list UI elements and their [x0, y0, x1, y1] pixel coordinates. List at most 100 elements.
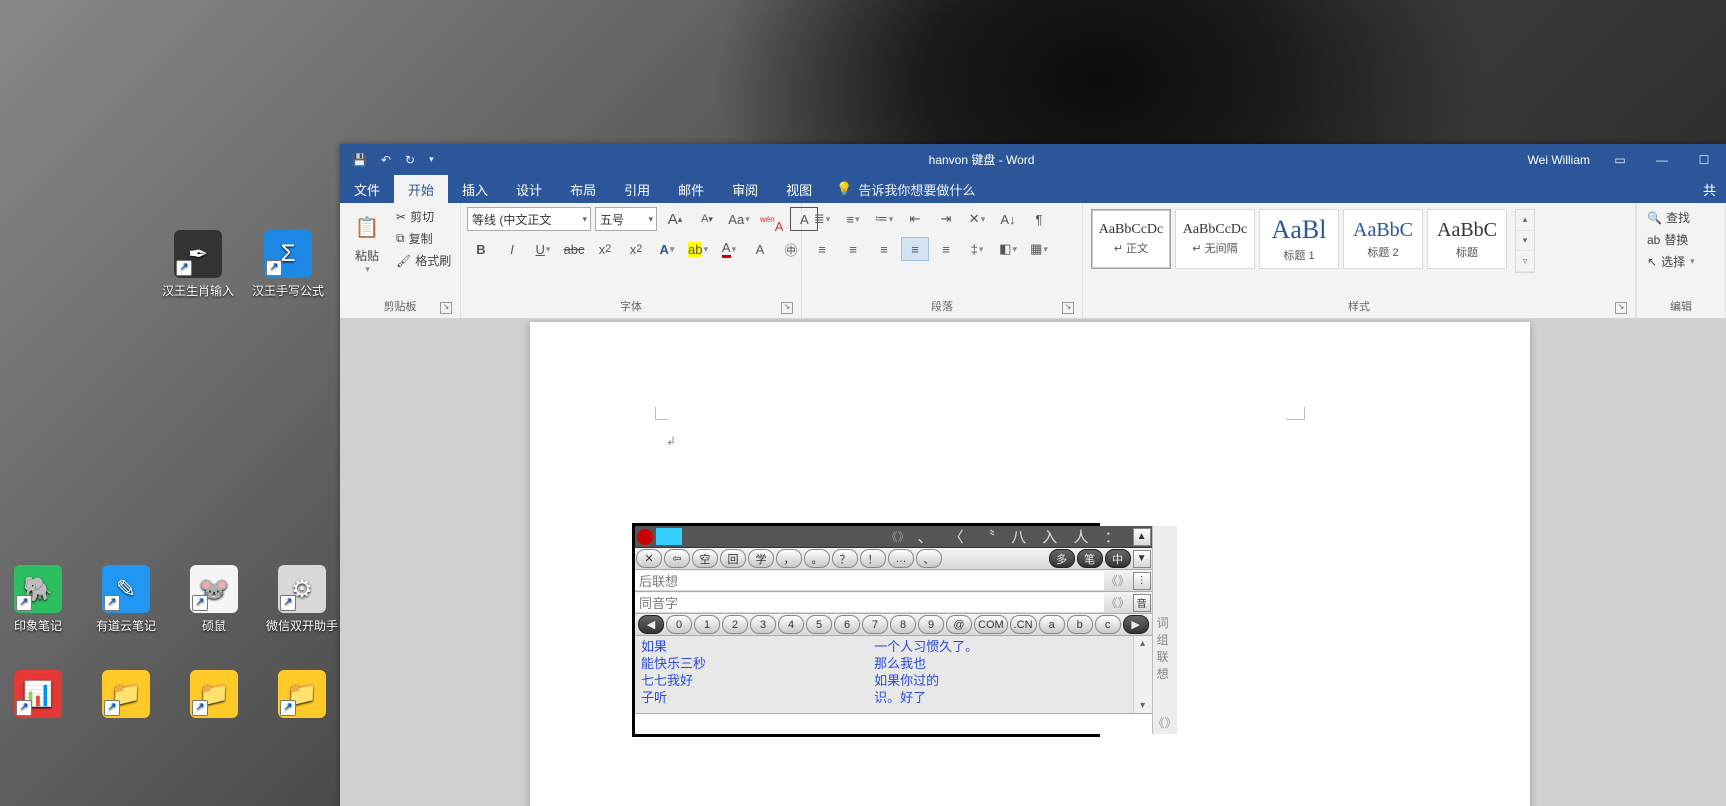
ime-digit-0[interactable]: 0: [666, 615, 692, 634]
shading-button[interactable]: ◧▾: [994, 237, 1022, 261]
desktop-icon-app-red[interactable]: 📊↗: [0, 670, 76, 722]
style-↵ 正文[interactable]: AaBbCcDc↵ 正文: [1091, 209, 1171, 269]
ime-digit-2[interactable]: 2: [722, 615, 748, 634]
ime-punct[interactable]: ？: [832, 549, 858, 568]
desktop-icon-folder2[interactable]: 📁↗: [176, 670, 252, 722]
underline-button[interactable]: U▾: [529, 237, 557, 261]
ime-punct[interactable]: 、: [916, 549, 942, 568]
ime-digit-b[interactable]: b: [1067, 615, 1093, 634]
ime-digit-8[interactable]: 8: [890, 615, 916, 634]
desktop-icon-evernote[interactable]: 🐘↗印象笔记: [0, 565, 76, 634]
ime-predict-item[interactable]: 能快乐三秒: [641, 655, 874, 672]
ime-input-strip[interactable]: [635, 713, 1152, 734]
clipboard-launcher[interactable]: ↘: [440, 302, 452, 314]
ime-digit-3[interactable]: 3: [750, 615, 776, 634]
ime-digit-1[interactable]: 1: [694, 615, 720, 634]
ime-digit-4[interactable]: 4: [778, 615, 804, 634]
change-case-button[interactable]: Aa▾: [725, 207, 753, 231]
desktop-icon-hanwang-formula[interactable]: Σ↗汉王手写公式: [250, 230, 326, 299]
ime-top-chars[interactable]: 、 〈 〝 八 入 人 ：: [912, 526, 1132, 547]
tab-插入[interactable]: 插入: [448, 175, 502, 203]
style-标题 1[interactable]: AaBl标题 1: [1259, 209, 1339, 269]
ime-selection[interactable]: [656, 528, 682, 545]
ime-mode-多[interactable]: 多: [1049, 549, 1075, 568]
tell-me[interactable]: 💡告诉我你想要做什么: [826, 175, 985, 203]
tab-开始[interactable]: 开始: [394, 175, 448, 203]
desktop-icon-youdao[interactable]: ✎↗有道云笔记: [88, 565, 164, 634]
ime-cand1[interactable]: 后联想: [635, 571, 1104, 590]
ime-scrollbar[interactable]: ▴▾: [1133, 636, 1152, 713]
save-icon[interactable]: 💾: [352, 153, 367, 167]
select-button[interactable]: ↖选择▾: [1647, 253, 1695, 270]
ime-cand2[interactable]: 同音字: [635, 593, 1104, 612]
align-left-button[interactable]: ≡: [808, 237, 836, 261]
tab-文件[interactable]: 文件: [340, 175, 394, 203]
line-spacing-button[interactable]: ‡▾: [963, 237, 991, 261]
replace-button[interactable]: ab替换: [1647, 231, 1695, 248]
font-launcher[interactable]: ↘: [781, 302, 793, 314]
user-name[interactable]: Wei William: [1528, 153, 1590, 167]
ime-punct[interactable]: 。: [804, 549, 830, 568]
ime-key-回[interactable]: 回: [720, 549, 746, 568]
ime-key[interactable]: ✕: [636, 549, 662, 568]
styles-launcher[interactable]: ↘: [1615, 302, 1627, 314]
ime-digit-9[interactable]: 9: [918, 615, 944, 634]
ime-predict-item[interactable]: 那么我也: [874, 655, 1107, 672]
ime-cand2-page[interactable]: 《》: [1104, 594, 1132, 611]
ime-punct[interactable]: ，: [776, 549, 802, 568]
ime-predict-item[interactable]: 子听: [641, 689, 874, 706]
desktop-icon-shuoshu[interactable]: 🐭↗硕鼠: [176, 565, 252, 634]
tab-布局[interactable]: 布局: [556, 175, 610, 203]
align-right-button[interactable]: ≡: [870, 237, 898, 261]
highlight-button[interactable]: ab▾: [684, 237, 712, 261]
qat-more-icon[interactable]: ▾: [429, 154, 434, 165]
borders-button[interactable]: ▦▾: [1025, 237, 1053, 261]
ime-sound-button[interactable]: 音: [1133, 594, 1151, 612]
undo-icon[interactable]: ↶: [381, 153, 391, 167]
cut-button[interactable]: ✂剪切: [394, 207, 453, 226]
ime-digit-@[interactable]: @: [946, 615, 972, 634]
desktop-icon-wechat-multi[interactable]: ⚙↗微信双开助手: [264, 565, 340, 634]
style-标题 2[interactable]: AaBbC标题 2: [1343, 209, 1423, 269]
tab-审阅[interactable]: 审阅: [718, 175, 772, 203]
show-marks-button[interactable]: ¶: [1025, 207, 1053, 231]
text-effects-button[interactable]: A▾: [653, 237, 681, 261]
strikethrough-button[interactable]: abc: [560, 237, 588, 261]
ime-digit-a[interactable]: a: [1039, 615, 1065, 634]
ime-predict-item[interactable]: 识。好了: [874, 689, 1107, 706]
multilevel-button[interactable]: ≔▾: [870, 207, 898, 231]
paste-button[interactable]: 📋 粘贴 ▾: [346, 207, 388, 275]
ime-digit-c[interactable]: c: [1095, 615, 1121, 634]
ime-predict-item[interactable]: 七七我好: [641, 672, 874, 689]
align-center-button[interactable]: ≡: [839, 237, 867, 261]
ime-predict-item[interactable]: 一个人习惯久了。: [874, 638, 1107, 655]
ribbon-options-icon[interactable]: ▭: [1608, 148, 1632, 172]
redo-icon[interactable]: ↻: [405, 153, 415, 167]
ime-digit-COM[interactable]: COM: [974, 615, 1008, 634]
subscript-button[interactable]: x2: [591, 237, 619, 261]
bold-button[interactable]: B: [467, 237, 495, 261]
bullets-button[interactable]: ≣▾: [808, 207, 836, 231]
ime-predict-item[interactable]: 如果: [641, 638, 874, 655]
format-painter-button[interactable]: 🖌格式刷: [394, 251, 453, 270]
decrease-indent-button[interactable]: ⇤: [901, 207, 929, 231]
tab-视图[interactable]: 视图: [772, 175, 826, 203]
distributed-button[interactable]: ≡: [932, 237, 960, 261]
shrink-font-button[interactable]: A▾: [693, 207, 721, 231]
ime-up-button[interactable]: ▲: [1133, 528, 1151, 546]
justify-button[interactable]: ≡: [901, 237, 929, 261]
tab-引用[interactable]: 引用: [610, 175, 664, 203]
ime-mode-笔[interactable]: 笔: [1077, 549, 1103, 568]
ime-digits-next[interactable]: ▶: [1123, 615, 1149, 634]
share-button[interactable]: 共: [1693, 175, 1726, 203]
char-shading-button[interactable]: A: [746, 237, 774, 261]
find-button[interactable]: 🔍查找: [1647, 209, 1695, 226]
grow-font-button[interactable]: A▴: [661, 207, 689, 231]
numbering-button[interactable]: ≡▾: [839, 207, 867, 231]
font-size-select[interactable]: 五号: [595, 207, 657, 231]
ime-logo-icon[interactable]: [637, 529, 653, 545]
word-titlebar[interactable]: 💾 ↶ ↻ ▾ hanvon 键盘 - Word Wei William ▭ —…: [340, 144, 1726, 175]
ime-punct[interactable]: …: [888, 549, 914, 568]
desktop-icon-folder3[interactable]: 📁↗: [264, 670, 340, 722]
ime-key[interactable]: ⇦: [664, 549, 690, 568]
